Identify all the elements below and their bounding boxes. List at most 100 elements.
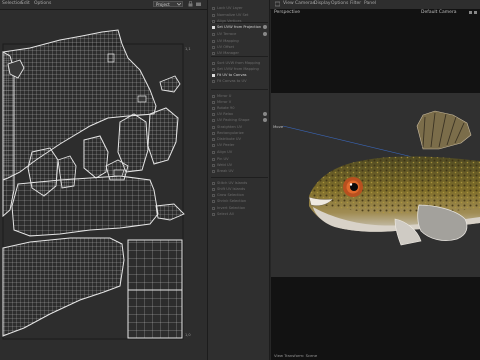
menu-item-edit[interactable]: Edit	[21, 1, 30, 7]
menu-item-cameras[interactable]: Cameras	[295, 1, 315, 7]
separator	[211, 177, 268, 178]
uv-editor[interactable]: 1,1 1,0	[0, 10, 207, 360]
tool-checkbox-icon[interactable]	[212, 74, 215, 77]
uv-canvas[interactable]: 1,1 1,0	[0, 10, 207, 360]
uv-tool-item[interactable]: Select All	[212, 211, 268, 217]
menu-item-filter[interactable]: Filter	[350, 1, 361, 7]
tool-checkbox-icon[interactable]	[212, 119, 215, 122]
tool-checkbox-icon[interactable]	[212, 46, 215, 49]
uv-tool-item[interactable]: Lock UV Layer	[212, 5, 268, 11]
tool-checkbox-icon[interactable]	[212, 80, 215, 83]
uv-tool-label: Fit UV to Canvas	[217, 73, 247, 77]
uv-tool-label: Rectangularize	[217, 131, 244, 135]
tool-checkbox-icon[interactable]	[212, 182, 215, 185]
tool-checkbox-icon[interactable]	[212, 164, 215, 167]
uv-island-tail-small	[155, 203, 185, 221]
uv-tool-label: Set UVW from Mapping	[217, 67, 259, 71]
menu-item-selection[interactable]: Selection	[2, 1, 23, 7]
tool-checkbox-icon[interactable]	[212, 207, 215, 210]
uv-tool-label: Stitch UV Islands	[217, 181, 248, 185]
tool-checkbox-icon[interactable]	[212, 52, 215, 55]
uv-tool-label: Fit Canvas to UV	[217, 79, 247, 83]
uv-tool-label: Select All	[217, 212, 234, 216]
uv-tool-label: Normalize UV Set	[217, 13, 249, 17]
tool-checkbox-icon[interactable]	[212, 170, 215, 173]
uv-tool-label: Weld UV	[217, 163, 233, 167]
uv-tool-item[interactable]: UV Peeler	[212, 142, 268, 148]
uv-tool-label: Sort UVW from Mapping	[217, 61, 261, 65]
menu-item-display[interactable]: Display	[314, 1, 331, 7]
uv-tool-label: Align UV	[217, 150, 233, 154]
tool-checkbox-icon[interactable]	[212, 188, 215, 191]
tool-checkbox-icon[interactable]	[212, 14, 215, 17]
uv-island-fin-c	[83, 135, 109, 179]
tool-checkbox-icon[interactable]	[212, 20, 215, 23]
viewport-scene[interactable]	[271, 9, 480, 360]
gear-icon[interactable]	[263, 118, 267, 122]
menu-item-view[interactable]: View	[283, 1, 294, 7]
gear-icon[interactable]	[263, 25, 267, 29]
menu-item-options-viewport[interactable]: Options	[331, 1, 348, 7]
uv-tool-item[interactable]: UV Manager	[212, 50, 268, 56]
tool-checkbox-icon[interactable]	[212, 68, 215, 71]
uv-island-body-middle	[11, 175, 159, 237]
uv-island-fragment-2	[137, 95, 147, 103]
tool-checkbox-icon[interactable]	[212, 7, 215, 10]
tool-checkbox-icon[interactable]	[212, 62, 215, 65]
uv-island-fin-a	[147, 107, 179, 165]
layout-dropdown[interactable]: Project	[153, 1, 183, 7]
uv-tool-item[interactable]: UV Terrace	[212, 31, 268, 37]
uv-tool-item[interactable]: Shrink Selection	[212, 198, 268, 204]
uv-tool-item[interactable]: Fit Canvas to UV	[212, 78, 268, 84]
tool-checkbox-icon[interactable]	[212, 200, 215, 203]
viewport-window-icons[interactable]	[469, 10, 477, 16]
uv-tool-item[interactable]: Set UVW from Projection	[212, 24, 268, 30]
tool-checkbox-icon[interactable]	[212, 26, 215, 29]
tool-checkbox-icon[interactable]	[212, 107, 215, 110]
viewport-3d[interactable]: Perspective Default Camera Move View Tra…	[271, 9, 480, 360]
uv-tool-label: Straighten UV	[217, 125, 243, 129]
viewport-camera-label[interactable]: Default Camera	[421, 10, 457, 16]
uv-tool-label: Distribute UV	[217, 137, 241, 141]
uv-island-fin-right	[159, 75, 181, 93]
chevron-down-icon	[177, 3, 181, 6]
tool-checkbox-icon[interactable]	[212, 101, 215, 104]
lock-icon[interactable]	[188, 1, 193, 7]
uv-tool-item[interactable]: UV Packing Shape	[212, 117, 268, 123]
tool-checkbox-icon[interactable]	[212, 95, 215, 98]
tool-checkbox-icon[interactable]	[212, 40, 215, 43]
uv-tool-label: UV Peeler	[217, 143, 235, 147]
camera-icon[interactable]	[196, 1, 201, 7]
tool-checkbox-icon[interactable]	[212, 138, 215, 141]
uv-tool-label: UV Manager	[217, 51, 239, 55]
uv-tool-label: Lock UV Layer	[217, 6, 243, 10]
uv-tool-label: UV Terrace	[217, 32, 237, 36]
uv-tool-label: Invert Selection	[217, 206, 246, 210]
tool-checkbox-icon[interactable]	[212, 194, 215, 197]
tool-checkbox-icon[interactable]	[212, 126, 215, 129]
uv-tool-label: Grow Selection	[217, 193, 245, 197]
gear-icon[interactable]	[263, 112, 267, 116]
uv-tool-item[interactable]: Align UV	[212, 149, 268, 155]
view-icon[interactable]	[275, 1, 280, 7]
tool-checkbox-icon[interactable]	[212, 144, 215, 147]
menu-item-panel[interactable]: Panel	[364, 1, 376, 7]
gear-icon[interactable]	[263, 32, 267, 36]
layout-dropdown-value: Project	[156, 2, 170, 7]
tool-checkbox-icon[interactable]	[212, 132, 215, 135]
separator	[211, 89, 268, 90]
uv-tool-item[interactable]: Break UV	[212, 168, 268, 174]
tool-checkbox-icon[interactable]	[212, 113, 215, 116]
menu-item-options[interactable]: Options	[34, 1, 51, 7]
uv-tool-label: Set UVW from Projection	[217, 25, 262, 29]
uv-island-body-lower	[2, 237, 125, 337]
tool-checkbox-icon[interactable]	[212, 158, 215, 161]
tool-checkbox-icon[interactable]	[212, 213, 215, 216]
tool-checkbox-icon[interactable]	[212, 33, 215, 36]
uv-tool-label: Mirror U	[217, 94, 232, 98]
viewport-perspective-label[interactable]: Perspective	[274, 10, 300, 16]
separator	[211, 56, 268, 57]
uv-island-fragment-1	[107, 53, 115, 63]
uv-tool-label: UV Mapping	[217, 39, 239, 43]
tool-checkbox-icon[interactable]	[212, 151, 215, 154]
